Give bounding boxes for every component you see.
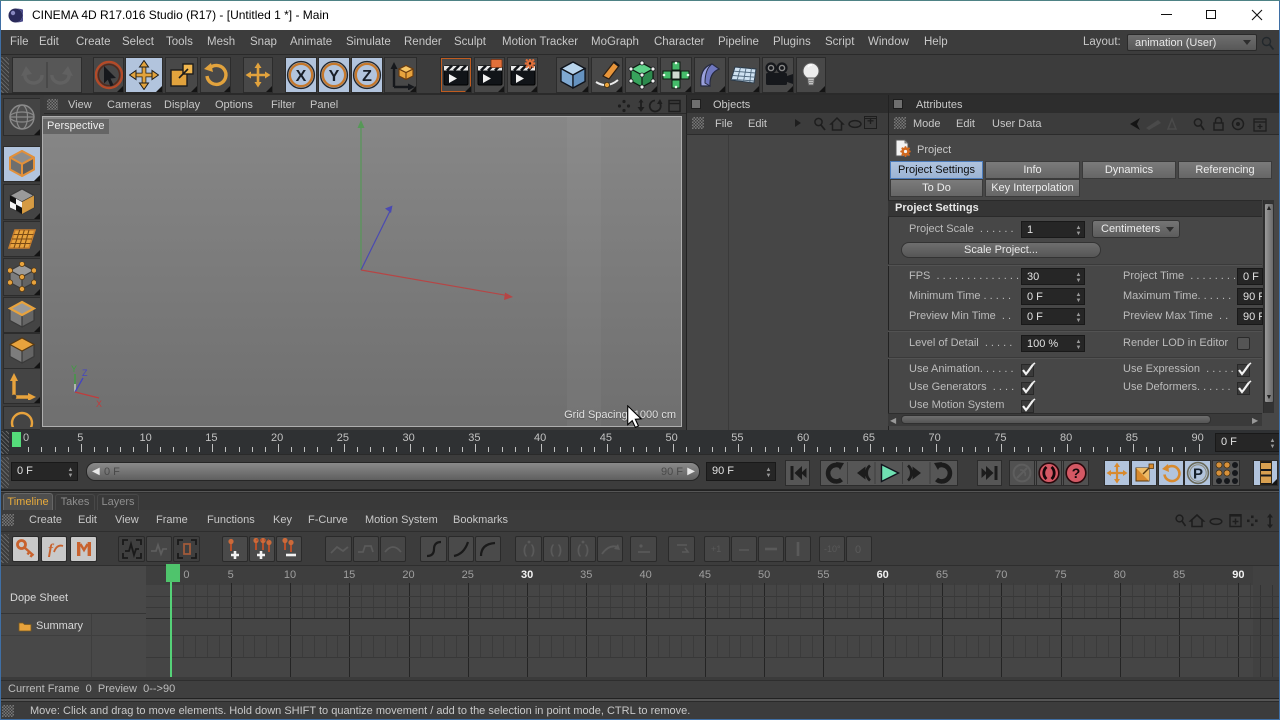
svg-text:Y: Y — [329, 68, 340, 85]
svg-text:( ): ( ) — [522, 542, 534, 557]
svg-text:P: P — [1192, 466, 1202, 483]
svg-text:( ): ( ) — [577, 542, 589, 557]
svg-text:X: X — [296, 68, 307, 85]
svg-text:0: 0 — [855, 544, 861, 556]
svg-text:X: X — [96, 399, 102, 409]
svg-text:( ): ( ) — [550, 542, 562, 557]
svg-text:Y: Y — [71, 364, 77, 374]
svg-text:Z: Z — [362, 68, 372, 85]
svg-text:+1: +1 — [711, 544, 721, 554]
svg-text:-10°: -10° — [824, 544, 841, 554]
svg-text:?: ? — [1072, 465, 1081, 481]
svg-text:Z: Z — [82, 368, 88, 378]
